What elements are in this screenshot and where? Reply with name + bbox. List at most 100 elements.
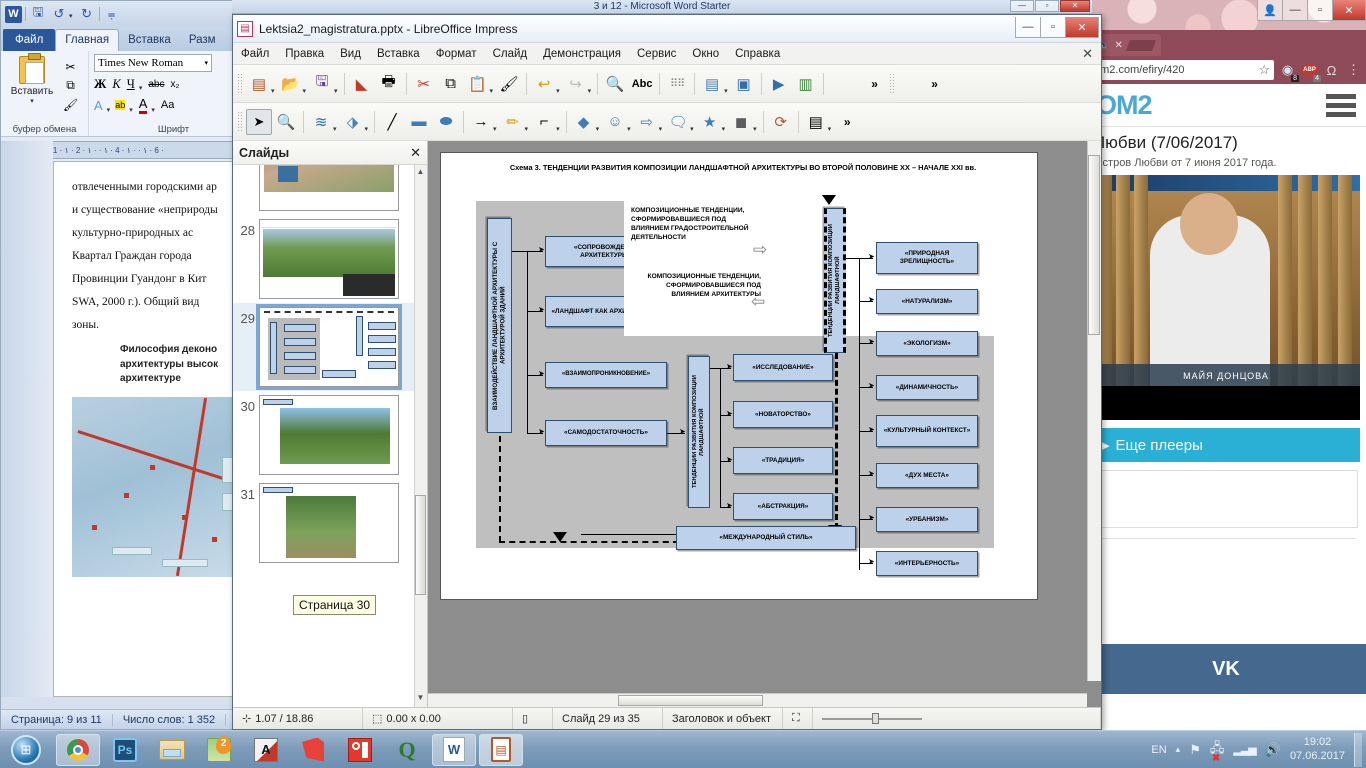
menu-format[interactable]: Формат (428, 45, 485, 63)
fill-color-caret-icon[interactable]: ▾ (365, 125, 369, 140)
right-box[interactable]: «КУЛЬТУРНЫЙ КОНТЕКСТ» (876, 415, 978, 447)
word-tab-home[interactable]: Главная (55, 29, 120, 51)
word-tab-layout[interactable]: Разм (180, 30, 225, 51)
scrollbar-thumb[interactable] (1088, 155, 1100, 335)
toolbar-grip[interactable] (888, 72, 894, 95)
customize-qat-icon[interactable]: ⩦ (103, 5, 121, 23)
adblock-plus-icon[interactable]: ABP 4 (1301, 62, 1321, 82)
insert-line-icon[interactable]: ╱ (379, 109, 405, 135)
center-box[interactable]: «ИССЛЕДОВАНИЕ» (733, 354, 833, 381)
sidebar-overflow-icon[interactable]: » (922, 71, 948, 97)
toolbar-overflow-icon[interactable]: » (834, 109, 860, 135)
menu-insert[interactable]: Вставка (369, 45, 428, 63)
word-tab-insert[interactable]: Вставка (119, 30, 180, 51)
save-caret-icon[interactable]: ▾ (334, 87, 338, 102)
profile-icon[interactable]: 👤 (1257, 0, 1283, 21)
toolbar-overflow-icon[interactable]: » (862, 71, 888, 97)
word-minimize-button[interactable]: — (1010, 0, 1034, 12)
slide-count-status[interactable]: Слайд 29 из 35 (553, 708, 663, 729)
undo-caret-icon[interactable]: ▾ (69, 12, 73, 27)
3d-caret-icon[interactable]: ▾ (753, 125, 757, 140)
block-arrows-caret-icon[interactable]: ▾ (659, 125, 663, 140)
font-color-caret-icon[interactable]: ▾ (151, 106, 155, 114)
curve-caret-icon[interactable]: ▾ (525, 125, 529, 140)
interaction-box[interactable]: «ВЗАИМОПРОНИКНОВЕНИЕ» (545, 362, 667, 388)
italic-button[interactable]: К (112, 77, 120, 92)
list-item[interactable] (233, 165, 427, 215)
maximize-button[interactable]: ▫ (1307, 0, 1333, 21)
undo-icon[interactable]: ↩ (531, 71, 557, 97)
video-player[interactable]: МАЙЯ ДОНЦОВА (1092, 175, 1360, 420)
master-slide-icon[interactable]: ▤ (699, 71, 725, 97)
connector-icon[interactable]: ⌐ (531, 109, 557, 135)
mid-axis-label[interactable]: ТЕНДЕНЦИИ РАЗВИТИЯ КОМПОЗИЦИИ ЛАНДШАФТНО… (688, 356, 710, 508)
right-axis-label[interactable]: ТЕНДЕНЦИИ РАЗВИТИЯ КОМПОЗИЦИИ ЛАНДШАФТНО… (824, 208, 846, 353)
format-painter-icon[interactable]: 🖌 (62, 96, 79, 113)
action-center-icon[interactable]: 🖧 ✖ (1210, 739, 1225, 764)
word-words-status[interactable]: Число слов: 1 352 (113, 713, 227, 726)
scrollbar-thumb[interactable] (415, 495, 426, 595)
line-color-caret-icon[interactable]: ▾ (333, 125, 337, 140)
find-replace-icon[interactable]: 🔍 (602, 71, 628, 97)
toolbar-grip[interactable] (237, 72, 242, 95)
quark-icon[interactable]: Q (385, 734, 429, 766)
browser-toolbar[interactable]: om2.com/efiry/420 ☆ ◉ 8 ABP 4 Ω ⋮ (1086, 56, 1366, 84)
show-hidden-icons-icon[interactable]: ▴ (1176, 744, 1181, 755)
change-case-button[interactable]: Aa (161, 99, 174, 111)
ghostery-icon[interactable]: ◉ 8 (1279, 62, 1299, 82)
standard-toolbar[interactable]: ▤ ▾ 📂 ▾ 🖫 ▾ ◣ 🖶 ✂ ⧉ 📋 ▾ 🖌 ↩ ▾ ↪ ▾ 🔍 Abc … (233, 65, 1101, 103)
smiley-shapes-icon[interactable]: ☺ (602, 109, 628, 135)
open-icon[interactable]: 📂 (278, 71, 304, 97)
smiley-caret-icon[interactable]: ▾ (627, 125, 631, 140)
master-caret-icon[interactable]: ▾ (724, 87, 728, 102)
font-name-combobox[interactable]: Times New Roman ▾ (94, 54, 212, 72)
word-page-status[interactable]: Страница: 9 из 11 (1, 713, 113, 726)
object-size-status[interactable]: ⬚ 0.00 x 0.00 (363, 708, 513, 729)
align-caret-icon[interactable]: ▾ (828, 125, 832, 140)
right-box[interactable]: «НАТУРАЛИЗМ» (876, 289, 978, 314)
word-close-button[interactable]: ✕ (1060, 0, 1090, 12)
right-box[interactable]: «ДУХ МЕСТА» (876, 463, 978, 488)
copy-icon[interactable]: ⧉ (438, 71, 464, 97)
paste-icon[interactable]: 📋 (465, 71, 491, 97)
3d-objects-icon[interactable]: ◼ (728, 109, 754, 135)
redo-icon[interactable]: ↻ (78, 5, 96, 23)
close-document-icon[interactable]: ✕ (1082, 46, 1093, 62)
address-bar[interactable]: om2.com/efiry/420 ☆ (1090, 60, 1274, 80)
word-tab-file[interactable]: Файл (3, 29, 56, 51)
chrome-icon[interactable] (56, 733, 100, 766)
language-indicator[interactable]: EN (1151, 744, 1166, 756)
new-caret-icon[interactable]: ▾ (271, 87, 275, 102)
select-icon[interactable]: ➤ (246, 108, 272, 135)
chrome-browser-window[interactable]: 👤 — ▫ ✕ 🔈 ✕ om2.com/efiry/420 ☆ ◉ 8 ABP … (1085, 0, 1366, 730)
impress-menu-bar[interactable]: Файл Правка Вид Вставка Формат Слайд Дем… (233, 43, 1101, 65)
cut-icon[interactable]: ✂ (411, 71, 437, 97)
line-color-icon[interactable]: ≋ (308, 109, 334, 135)
vk-share-bar[interactable]: VK (1086, 644, 1366, 694)
left-axis-label[interactable]: ВЗАИМОДЕЙСТВИЕ ЛАНДШАФТНОЙ АРХИТЕКТУРЫ С… (487, 218, 512, 433)
chevron-down-icon[interactable]: ▾ (204, 59, 208, 67)
ellipse-icon[interactable]: ⬬ (433, 109, 459, 135)
paste-button[interactable]: Вставить ▾ (6, 53, 58, 114)
taskbar-items[interactable]: Ps 2 A Q W ▤ (52, 733, 523, 766)
sketchup-icon[interactable] (291, 734, 335, 766)
layout-status[interactable]: Заголовок и объект (663, 708, 783, 729)
callout-caret-icon[interactable]: ▾ (690, 125, 694, 140)
slide-thumbnail-list[interactable]: 28 29 30 31 ▲ ▼ Страница 30 (233, 165, 427, 707)
impress-title-bar[interactable]: ▤ Lektsia2_magistratura.pptx - LibreOffi… (233, 15, 1101, 43)
libreoffice-impress-window[interactable]: ▤ Lektsia2_magistratura.pptx - LibreOffi… (232, 14, 1102, 730)
show-desktop-button[interactable] (1354, 732, 1362, 767)
network-icon[interactable]: ▂▃▅ (1233, 743, 1256, 756)
list-item[interactable]: 31 (233, 479, 427, 567)
video-controls-bar[interactable] (1092, 386, 1360, 420)
connector-caret-icon[interactable]: ▾ (556, 125, 560, 140)
browser-window-buttons[interactable]: 👤 — ▫ ✕ (1257, 0, 1366, 22)
print-icon[interactable]: 🖶 (376, 71, 402, 97)
export-pdf-icon[interactable]: ◣ (349, 71, 375, 97)
arrow-icon[interactable]: → (468, 109, 494, 135)
subscript-button[interactable]: x₂ (170, 79, 179, 90)
tab-close-icon[interactable]: ✕ (1114, 40, 1122, 51)
close-button[interactable]: ✕ (1332, 0, 1366, 21)
hamburger-icon[interactable] (1326, 93, 1356, 117)
reader-icon[interactable] (338, 734, 382, 766)
